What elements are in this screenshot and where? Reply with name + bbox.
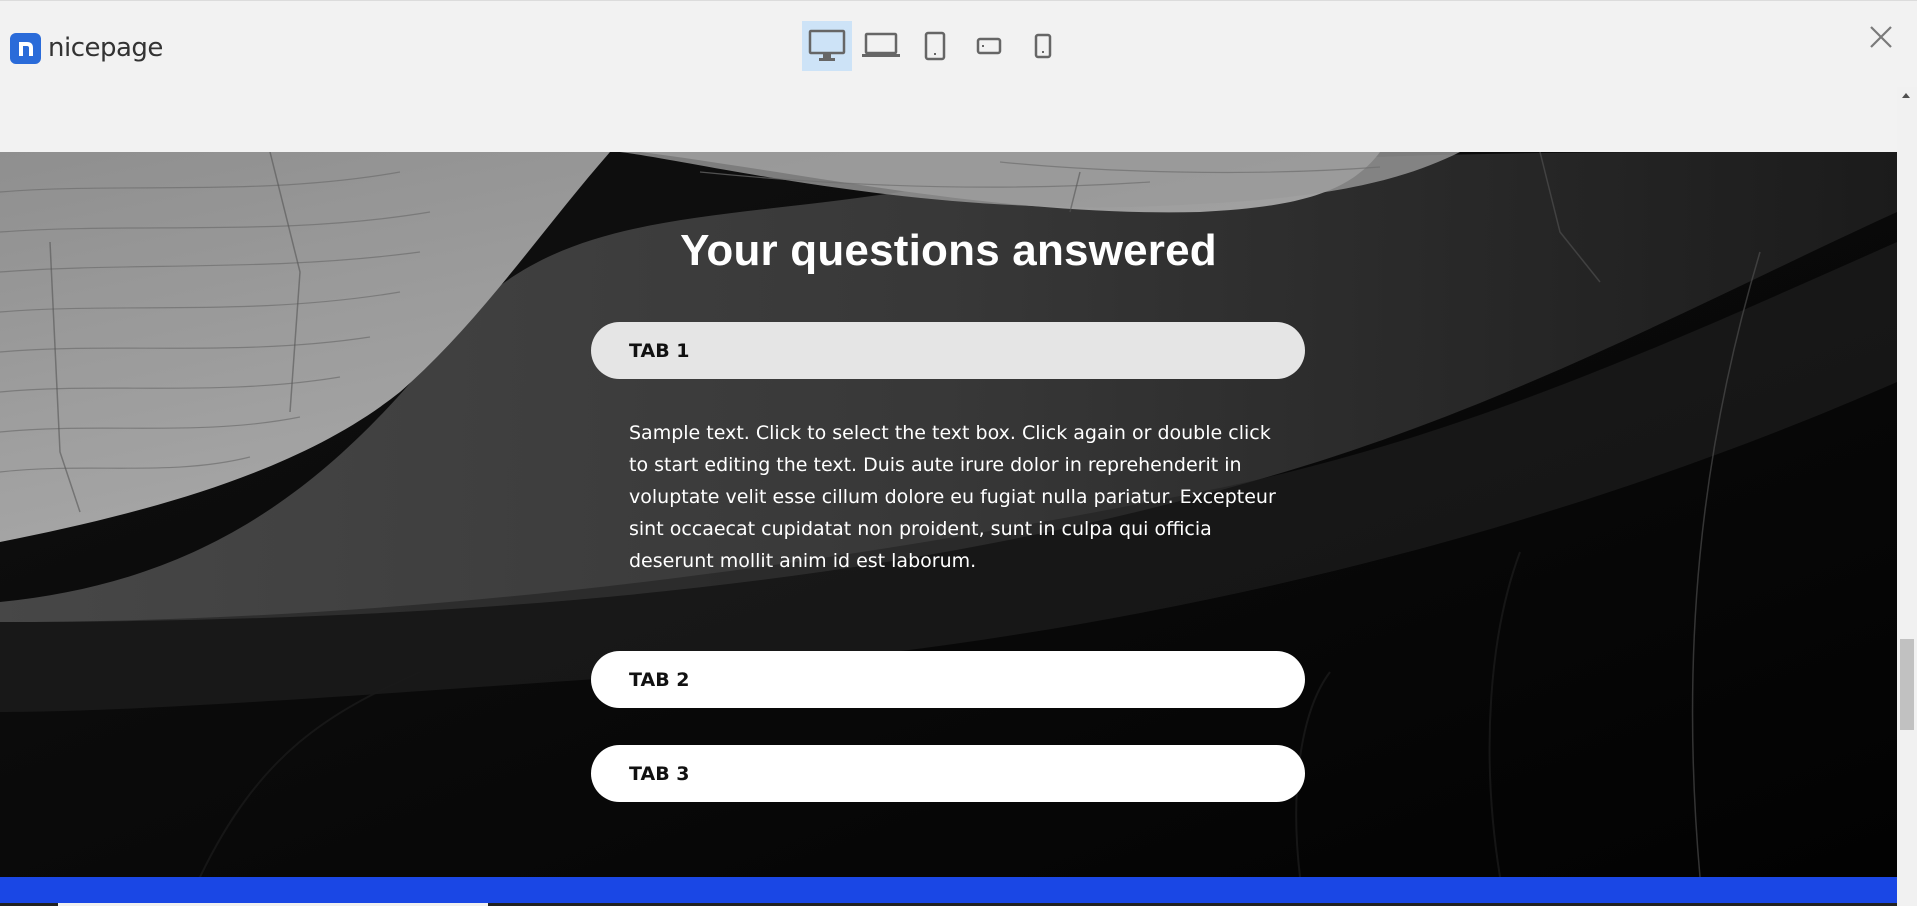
- tab-1-content: Sample text. Click to select the text bo…: [629, 422, 1276, 572]
- page-preview: Your questions answered TAB 1 Sample tex…: [0, 152, 1897, 877]
- desktop-view-button[interactable]: [802, 21, 852, 71]
- laptop-icon: [862, 32, 900, 57]
- nicepage-logo: nicepage: [10, 31, 163, 65]
- close-icon: [1870, 26, 1892, 48]
- brand-name: nicepage: [48, 33, 163, 63]
- preview-window: nicepage Your questions answered TAB 1 S…: [0, 0, 1917, 906]
- tablet-view-button[interactable]: [910, 21, 960, 71]
- scroll-thumb[interactable]: [1900, 639, 1914, 730]
- tablet-icon: [924, 31, 946, 61]
- tab-2-label: TAB 2: [629, 668, 690, 691]
- tab-1-header[interactable]: TAB 1: [591, 322, 1305, 379]
- tab-3-header[interactable]: TAB 3: [591, 745, 1305, 802]
- tab-1-label: TAB 1: [629, 339, 690, 362]
- close-preview-button[interactable]: [1867, 23, 1895, 51]
- footer-strip: [0, 877, 1897, 903]
- section-title: Your questions answered: [680, 226, 1217, 275]
- preview-toolbar: nicepage: [0, 0, 1917, 152]
- phone-icon: [1034, 33, 1052, 59]
- phone-view-button[interactable]: [1018, 21, 1068, 71]
- tab-3-label: TAB 3: [629, 762, 690, 785]
- vertical-scrollbar[interactable]: [1897, 87, 1917, 906]
- device-switcher: [802, 21, 1072, 71]
- scroll-up-arrow-icon[interactable]: [1902, 93, 1910, 98]
- laptop-view-button[interactable]: [856, 21, 906, 71]
- phone-landscape-icon: [976, 37, 1002, 55]
- desktop-icon: [808, 29, 846, 61]
- nicepage-logo-icon: [10, 32, 41, 64]
- phone-landscape-view-button[interactable]: [964, 21, 1014, 71]
- tab-2-header[interactable]: TAB 2: [591, 651, 1305, 708]
